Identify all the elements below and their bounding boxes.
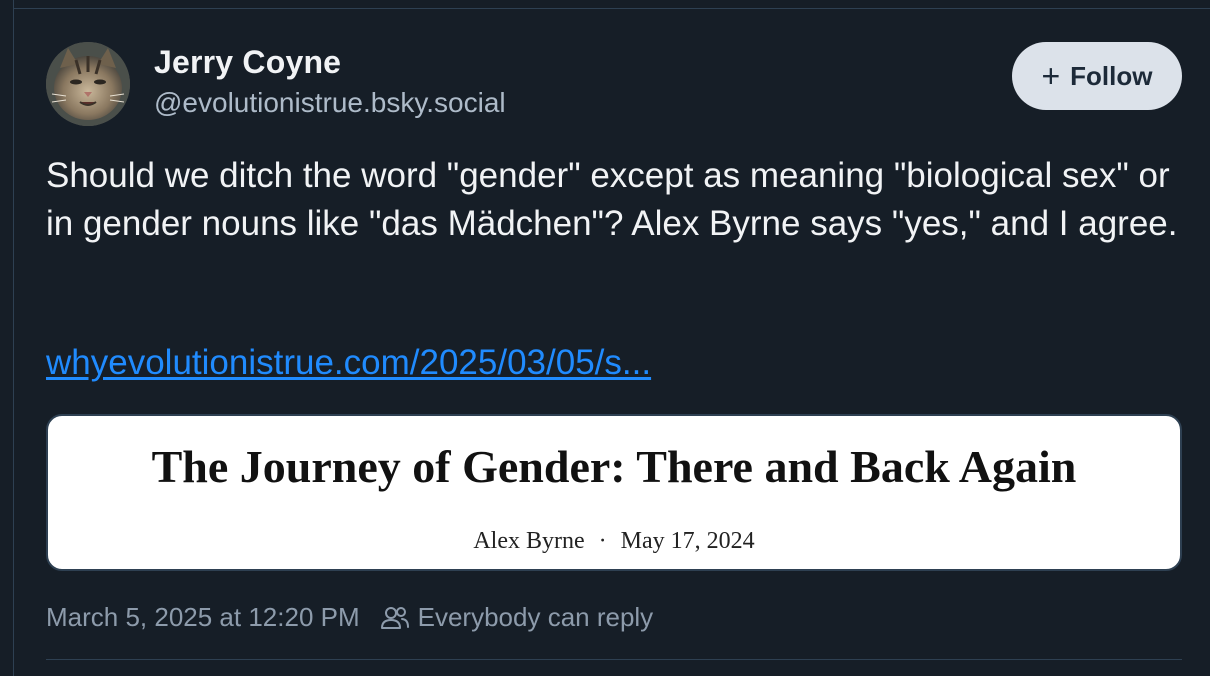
author-handle[interactable]: @evolutionistrue.bsky.social — [154, 87, 506, 119]
post-meta-row: March 5, 2025 at 12:20 PM Everybody can … — [46, 602, 653, 633]
link-preview-date: May 17, 2024 — [620, 528, 755, 554]
link-preview-byline: Alex Byrne · May 17, 2024 — [48, 528, 1180, 555]
follow-button-label: Follow — [1070, 60, 1153, 91]
byline-separator: · — [598, 528, 607, 554]
top-divider — [13, 8, 1210, 9]
post-text: Should we ditch the word "gender" except… — [46, 156, 1178, 243]
people-icon — [380, 606, 409, 629]
cat-avatar-image — [46, 42, 130, 126]
post-timestamp[interactable]: March 5, 2025 at 12:20 PM — [46, 602, 360, 633]
link-preview-card[interactable]: The Journey of Gender: There and Back Ag… — [46, 414, 1182, 571]
bottom-divider — [46, 659, 1182, 660]
plus-icon: + — [1041, 58, 1061, 94]
link-preview-author: Alex Byrne — [473, 528, 585, 554]
author-avatar[interactable] — [46, 42, 130, 126]
author-name[interactable]: Jerry Coyne — [154, 44, 341, 81]
reply-setting[interactable]: Everybody can reply — [418, 602, 654, 633]
follow-button[interactable]: + Follow — [1012, 42, 1182, 110]
link-preview-title: The Journey of Gender: There and Back Ag… — [151, 441, 1077, 492]
post-link[interactable]: whyevolutionistrue.com/2025/03/05/s... — [46, 343, 651, 383]
